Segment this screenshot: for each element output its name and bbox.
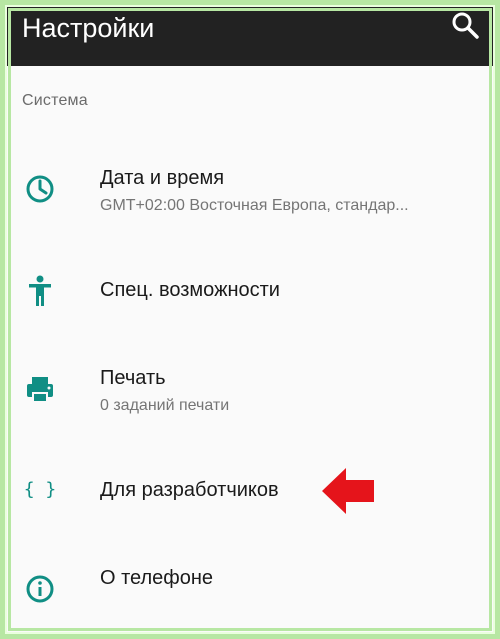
accessibility-icon [22,273,58,309]
settings-item-title: Печать [100,367,166,389]
settings-item-accessibility[interactable]: Спец. возможности [6,254,494,328]
settings-item-subtitle: GMT+02:00 Восточная Европа, стандар... [100,197,409,214]
app-bar: Настройки [6,0,494,66]
printer-icon [22,372,58,408]
settings-item-date-time[interactable]: Дата и время GMT+02:00 Восточная Европа,… [6,150,494,230]
settings-item-title: О телефоне [100,567,214,589]
settings-item-printing[interactable]: Печать 0 заданий печати [6,350,494,430]
search-icon [452,12,479,39]
settings-item-text: Печать 0 заданий печати [100,366,470,417]
info-icon [22,571,58,607]
settings-item-text: О телефоне [100,566,470,590]
section-header-system: Система [22,92,88,109]
settings-item-text: Спец. возможности [100,278,470,302]
settings-item-about-phone[interactable]: О телефоне [6,544,494,624]
settings-screen: Настройки Система Дата и время GMT+02:00… [6,0,494,639]
search-button[interactable] [450,10,480,40]
developer-braces-icon: { } [23,479,57,500]
settings-item-title: Спец. возможности [100,279,280,301]
settings-item-text: Дата и время GMT+02:00 Восточная Европа,… [100,166,470,217]
settings-item-developer-options[interactable]: { } Для разработчиков [6,454,494,528]
clock-icon [22,171,58,207]
settings-item-text: Для разработчиков [100,478,470,502]
settings-item-title: Дата и время [100,167,225,189]
page-title: Настройки [22,13,155,43]
annotation-arrow-icon [322,468,374,514]
settings-item-title: Для разработчиков [100,479,279,501]
settings-item-subtitle: 0 заданий печати [100,397,230,414]
